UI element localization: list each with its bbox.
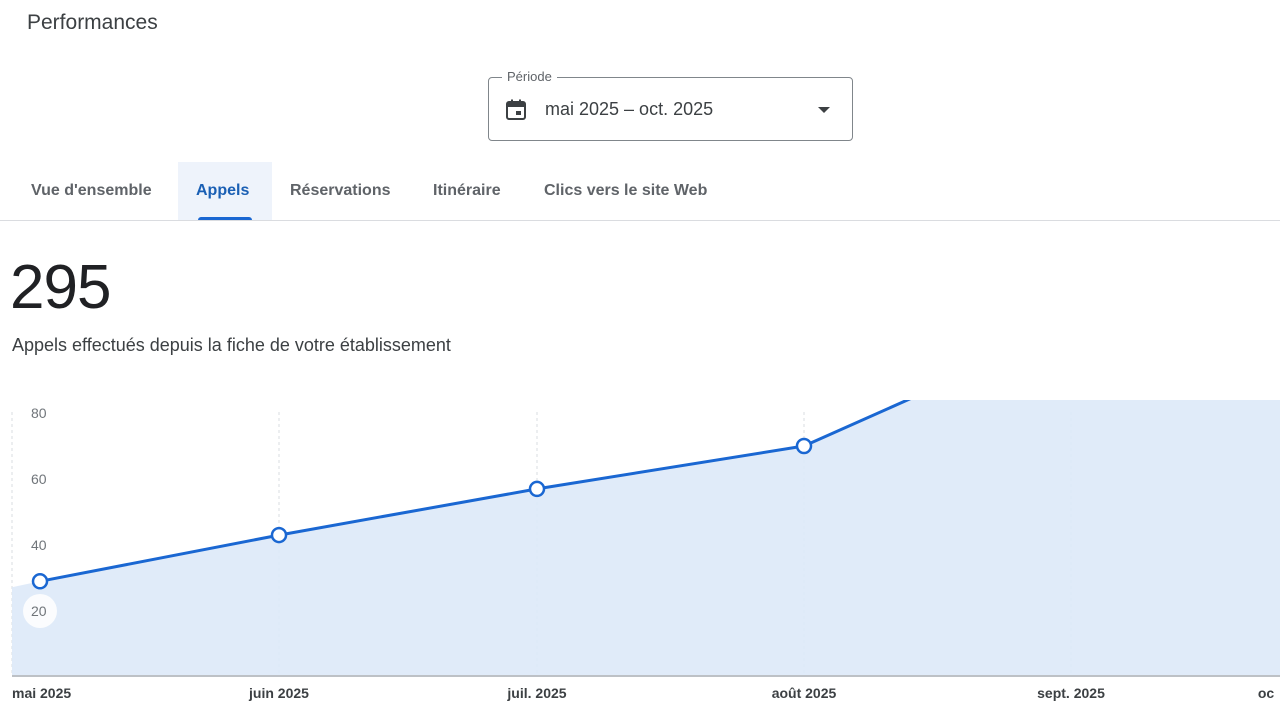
tab-bar: Vue d'ensemble Appels Réservations Itiné… [0, 162, 1280, 221]
data-point [795, 437, 813, 455]
tab-label: Clics vers le site Web [544, 182, 708, 199]
x-tick-label: août 2025 [772, 685, 837, 701]
area-fill [12, 400, 1280, 676]
tab-label: Réservations [290, 182, 391, 199]
y-tick-label: 80 [31, 405, 47, 421]
period-value: mai 2025 – oct. 2025 [545, 99, 714, 119]
x-tick-label: juil. 2025 [506, 685, 566, 701]
tab-bookings[interactable]: Réservations [272, 162, 412, 220]
tab-overview[interactable]: Vue d'ensemble [13, 162, 175, 220]
x-tick-label: mai 2025 [12, 685, 71, 701]
data-point [528, 480, 546, 498]
page-title: Performances [27, 11, 158, 34]
y-tick-label: 40 [31, 537, 47, 553]
caret-down-icon[interactable] [817, 104, 831, 116]
period-selector[interactable]: Période mai 2025 – oct. 2025 [488, 69, 853, 141]
tab-directions[interactable]: Itinéraire [415, 162, 525, 220]
calendar-icon [506, 99, 526, 120]
tab-label: Itinéraire [433, 182, 501, 199]
x-tick-label: oc [1258, 685, 1275, 701]
kpi-total-calls: 295 [10, 253, 111, 322]
calls-chart: 20 40 60 80 mai 2025 juin 2025 juil. 2025 août … [11, 400, 1280, 701]
y-tick-label: 20 [31, 603, 47, 619]
data-point [31, 573, 49, 590]
tabs-divider [0, 220, 1280, 221]
x-tick-label: sept. 2025 [1037, 685, 1105, 701]
tab-calls[interactable]: Appels [178, 162, 272, 220]
tab-website-clicks[interactable]: Clics vers le site Web [526, 162, 732, 220]
tab-label: Appels [196, 182, 250, 199]
tab-label: Vue d'ensemble [31, 182, 152, 199]
period-label: Période [502, 69, 557, 84]
kpi-caption: Appels effectués depuis la fiche de votr… [12, 335, 451, 355]
y-tick-label: 60 [31, 471, 47, 487]
x-tick-label: juin 2025 [248, 685, 309, 701]
data-point [270, 526, 288, 544]
